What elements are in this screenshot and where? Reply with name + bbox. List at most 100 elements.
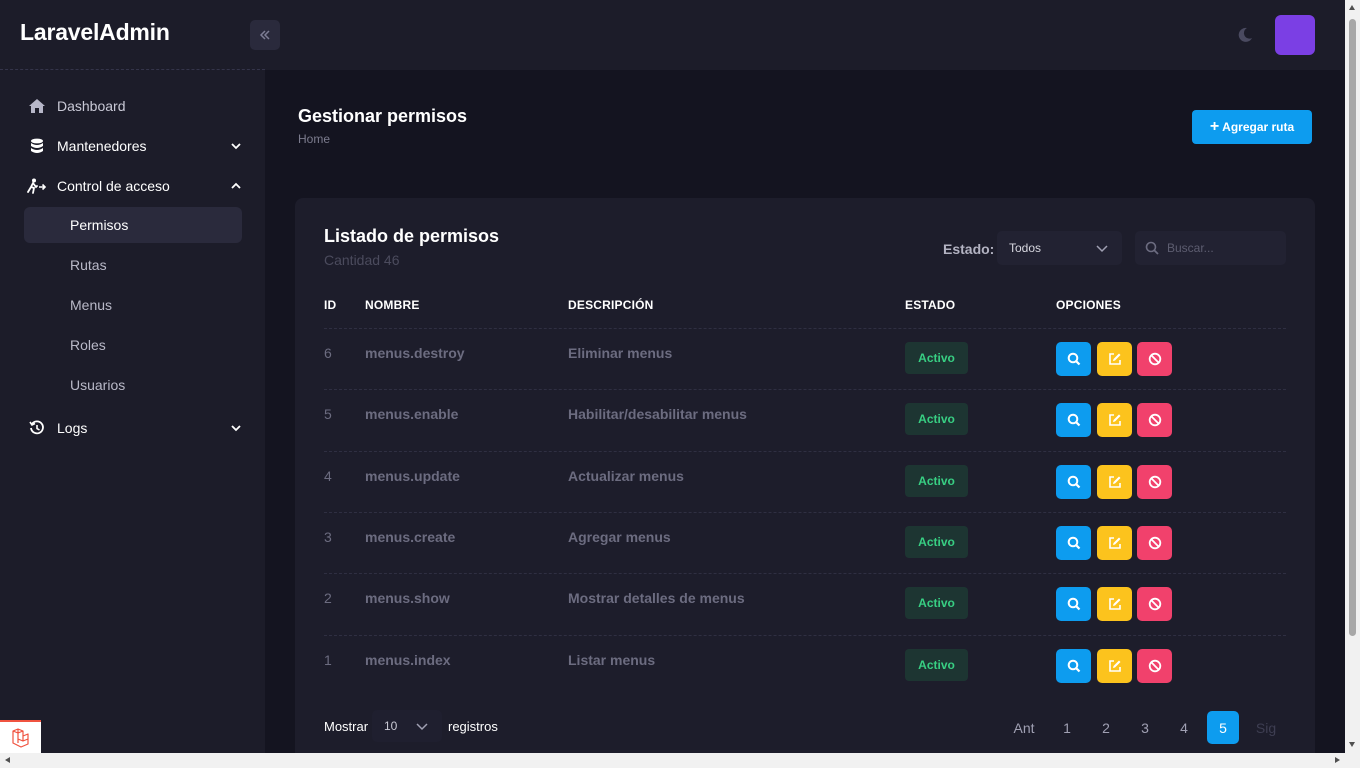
view-button[interactable]	[1056, 587, 1091, 621]
sidebar-item-usuarios[interactable]: Usuarios	[24, 367, 242, 403]
pagination-page[interactable]: 4	[1168, 711, 1200, 744]
table-row: 2 menus.show Mostrar detalles de menus A…	[324, 573, 1286, 634]
view-button[interactable]	[1056, 342, 1091, 376]
disable-button[interactable]	[1137, 342, 1172, 376]
search-icon	[1067, 597, 1080, 611]
search-input[interactable]	[1167, 241, 1277, 255]
sidebar-item-permisos[interactable]: Permisos	[24, 207, 242, 243]
edit-button[interactable]	[1097, 587, 1132, 621]
table-row: 6 menus.destroy Eliminar menus Activo	[324, 328, 1286, 389]
sidebar-collapse-button[interactable]	[250, 20, 280, 50]
ban-icon	[1148, 597, 1161, 611]
estado-filter-value: Todos	[1009, 241, 1042, 255]
row-id: 6	[324, 345, 332, 361]
edit-button[interactable]	[1097, 342, 1132, 376]
sidebar-item-control-de-acceso[interactable]: Control de acceso	[24, 168, 242, 204]
search-icon	[1067, 659, 1080, 673]
brand-logo[interactable]: LaravelAdmin	[20, 19, 170, 46]
estado-filter-select[interactable]: Todos	[997, 231, 1122, 265]
search-field[interactable]	[1135, 231, 1286, 265]
breadcrumb[interactable]: Home	[298, 132, 330, 146]
status-badge: Activo	[905, 526, 968, 558]
sidebar-item-label: Dashboard	[57, 98, 126, 114]
chevron-down-icon	[416, 723, 428, 731]
row-id: 2	[324, 590, 332, 606]
view-button[interactable]	[1056, 649, 1091, 683]
disable-button[interactable]	[1137, 587, 1172, 621]
sidebar: Dashboard Mantenedores Control de acceso…	[0, 70, 265, 753]
chevron-down-icon	[1096, 245, 1108, 253]
row-id: 4	[324, 468, 332, 484]
view-button[interactable]	[1056, 465, 1091, 499]
table-row: 5 menus.enable Habilitar/desabilitar men…	[324, 389, 1286, 450]
ban-icon	[1148, 536, 1161, 550]
edit-button[interactable]	[1097, 649, 1132, 683]
per-page-select[interactable]: 10	[372, 710, 442, 742]
plus-icon: +	[1209, 118, 1220, 135]
row-nombre: menus.index	[365, 652, 451, 668]
edit-button[interactable]	[1097, 526, 1132, 560]
scroll-left-icon[interactable]	[5, 757, 10, 763]
view-button[interactable]	[1056, 403, 1091, 437]
row-nombre: menus.update	[365, 468, 460, 484]
double-chevron-left-icon	[259, 30, 270, 40]
column-header-opciones: OPCIONES	[1056, 298, 1121, 312]
vertical-scrollbar[interactable]	[1345, 0, 1360, 753]
row-descripcion: Mostrar detalles de menus	[568, 590, 745, 606]
avatar[interactable]	[1275, 15, 1315, 55]
pagination-page[interactable]: 2	[1090, 711, 1122, 744]
pagination-page[interactable]: 3	[1129, 711, 1161, 744]
sidebar-item-rutas[interactable]: Rutas	[24, 247, 242, 283]
disable-button[interactable]	[1137, 526, 1172, 560]
scroll-up-icon[interactable]	[1349, 5, 1355, 10]
pagination-page[interactable]: 1	[1051, 711, 1083, 744]
sidebar-item-roles[interactable]: Roles	[24, 327, 242, 363]
pagination-next[interactable]: Sig	[1246, 711, 1286, 744]
view-button[interactable]	[1056, 526, 1091, 560]
per-page-label: Mostrar	[324, 719, 369, 734]
disable-button[interactable]	[1137, 465, 1172, 499]
moon-icon[interactable]	[1236, 26, 1254, 44]
sidebar-item-label: Logs	[57, 420, 88, 436]
edit-icon	[1108, 537, 1121, 549]
disable-button[interactable]	[1137, 403, 1172, 437]
pagination-prev[interactable]: Ant	[1006, 711, 1042, 744]
sidebar-item-mantenedores[interactable]: Mantenedores	[24, 128, 242, 164]
row-descripcion: Actualizar menus	[568, 468, 684, 484]
edit-button[interactable]	[1097, 403, 1132, 437]
row-descripcion: Listar menus	[568, 652, 656, 668]
status-badge: Activo	[905, 587, 968, 619]
ban-icon	[1148, 475, 1161, 489]
chevron-down-icon	[231, 425, 241, 432]
sidebar-item-logs[interactable]: Logs	[24, 410, 242, 446]
sidebar-item-menus[interactable]: Menus	[24, 287, 242, 323]
chevron-down-icon	[231, 143, 241, 150]
row-nombre: menus.enable	[365, 406, 459, 422]
scroll-right-icon[interactable]	[1335, 757, 1340, 763]
status-badge: Activo	[905, 342, 968, 374]
history-icon	[27, 418, 47, 438]
laravel-logo-icon[interactable]	[0, 720, 41, 753]
pagination-page-current[interactable]: 5	[1207, 711, 1239, 744]
edit-icon	[1108, 353, 1121, 365]
edit-button[interactable]	[1097, 465, 1132, 499]
row-nombre: menus.show	[365, 590, 450, 606]
add-route-button[interactable]: + Agregar ruta	[1192, 110, 1312, 144]
add-route-label: Agregar ruta	[1222, 120, 1295, 134]
top-header: LaravelAdmin	[0, 0, 1345, 70]
sidebar-item-dashboard[interactable]: Dashboard	[24, 88, 242, 124]
per-page-value: 10	[384, 719, 398, 733]
row-id: 5	[324, 406, 332, 422]
disable-button[interactable]	[1137, 649, 1172, 683]
sidebar-item-label: Mantenedores	[57, 138, 147, 154]
table-row: 4 menus.update Actualizar menus Activo	[324, 451, 1286, 512]
ban-icon	[1148, 659, 1161, 673]
scroll-down-icon[interactable]	[1349, 742, 1355, 747]
scrollbar-thumb[interactable]	[1349, 19, 1356, 636]
person-walking-arrow-icon	[27, 176, 47, 196]
edit-icon	[1108, 660, 1121, 672]
sidebar-item-label: Control de acceso	[57, 178, 170, 194]
horizontal-scrollbar[interactable]	[0, 753, 1360, 768]
per-page-suffix: registros	[448, 719, 498, 734]
status-badge: Activo	[905, 649, 968, 681]
